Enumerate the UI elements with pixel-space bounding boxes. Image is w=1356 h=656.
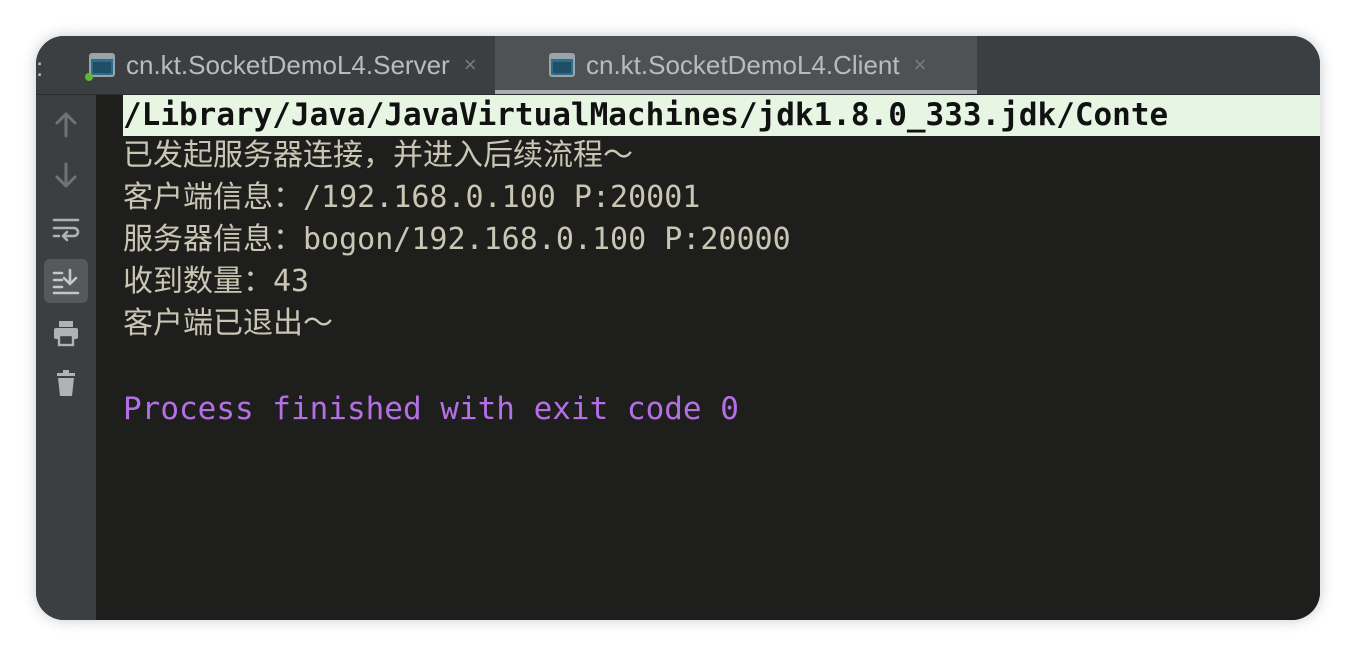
console-line: 收到数量：43 — [123, 264, 310, 299]
console-line: 已发起服务器连接，并进入后续流程～ — [123, 138, 633, 173]
console-output[interactable]: /Library/Java/JavaVirtualMachines/jdk1.8… — [96, 95, 1320, 620]
running-indicator-icon — [85, 73, 93, 81]
console-window-icon — [548, 52, 576, 78]
run-tab-bar: : cn.kt.SocketDemoL4.Server × cn.kt.Sock… — [36, 36, 1320, 95]
console-line: 客户端信息：/192.168.0.100 P:20001 — [123, 180, 701, 215]
run-tool-window: : cn.kt.SocketDemoL4.Server × cn.kt.Sock… — [36, 36, 1320, 620]
trash-icon[interactable] — [44, 361, 88, 405]
close-icon[interactable]: × — [464, 52, 477, 78]
console-window-icon — [85, 52, 116, 81]
console-line: 客户端已退出～ — [123, 306, 333, 341]
java-command-line: /Library/Java/JavaVirtualMachines/jdk1.8… — [123, 95, 1320, 136]
tab-client-label: cn.kt.SocketDemoL4.Client — [586, 49, 900, 80]
soft-wrap-icon[interactable] — [44, 207, 88, 251]
print-icon[interactable] — [44, 311, 88, 355]
tab-client[interactable]: cn.kt.SocketDemoL4.Client × — [495, 36, 977, 94]
scroll-to-end-icon[interactable] — [44, 259, 88, 303]
close-icon[interactable]: × — [914, 52, 927, 78]
up-arrow-icon[interactable] — [44, 103, 88, 147]
tab-server[interactable]: cn.kt.SocketDemoL4.Server × — [85, 36, 504, 94]
tab-bar-prefix: : — [36, 52, 44, 82]
process-exit-message: Process finished with exit code 0 — [123, 391, 739, 427]
console-line: 服务器信息：bogon/192.168.0.100 P:20000 — [123, 222, 791, 257]
tab-server-label: cn.kt.SocketDemoL4.Server — [126, 49, 450, 80]
console-toolbar — [36, 95, 96, 620]
down-arrow-icon[interactable] — [44, 153, 88, 197]
